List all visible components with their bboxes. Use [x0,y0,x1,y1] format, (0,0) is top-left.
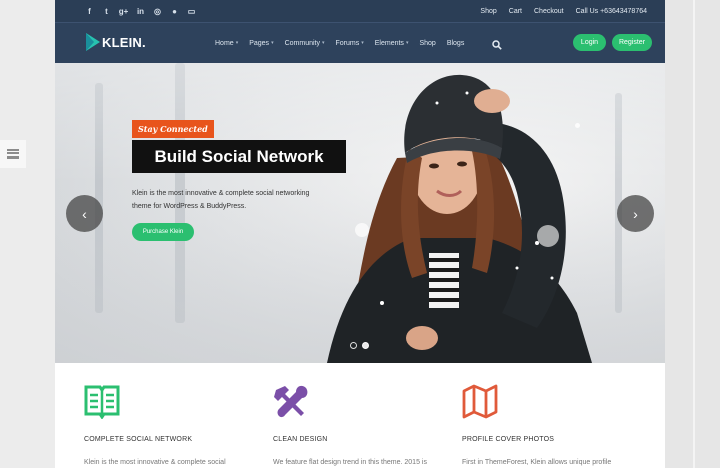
feature-text: First in ThemeForest, Klein allows uniqu… [462,459,612,466]
logo-text: KLEIN. [102,34,146,50]
nav-item-label: Forums [335,39,360,47]
tools-icon [273,383,309,419]
slider-next-button[interactable]: › [617,195,654,232]
snowflake [537,225,559,247]
shop-link[interactable]: Shop [480,8,496,15]
snowflake [575,123,580,128]
cart-link[interactable]: Cart [509,8,522,15]
feature-text: Klein is the most innovative & complete … [84,459,226,466]
checkout-link[interactable]: Checkout [534,8,564,15]
feature-text: We feature flat design trend in this the… [273,459,427,466]
facebook-icon[interactable]: f [81,0,98,22]
chevron-down-icon: ▾ [271,40,274,46]
nav-item-label: Home [215,39,234,47]
nav-item-forums[interactable]: Forums ▾ [336,40,364,47]
nav-item-home[interactable]: Home ▾ [215,40,238,47]
social-links: f t g+ in ◎ ● ▭ [81,0,200,22]
snowflake [355,223,369,237]
linkedin-icon[interactable]: in [132,0,149,22]
github-icon[interactable]: ● [166,0,183,22]
slider-dot[interactable] [350,342,357,349]
main-navbar: KLEIN. Home ▾ Pages ▾ Community ▾ Forums ▾ Eleme… [55,23,665,63]
feature-title: COMPLETE SOCIAL NETWORK [84,436,193,443]
logo-mark-icon [85,32,101,52]
side-menu-toggle[interactable] [0,140,26,168]
search-icon[interactable] [492,37,502,50]
slider-dots [350,342,369,349]
dribbble-icon[interactable]: ◎ [149,0,166,22]
chevron-left-icon: ‹ [82,205,87,222]
top-bar: f t g+ in ◎ ● ▭ Shop Cart Checkout Call Us +63… [55,0,665,23]
hamburger-icon [7,149,19,159]
map-icon [462,383,498,419]
top-links: Shop Cart Checkout Call Us +63643478764 [468,0,647,22]
nav-item-label: Shop [419,39,436,47]
chevron-down-icon: ▾ [405,40,409,46]
features-section: COMPLETE SOCIAL NETWORK Klein is the mos… [55,363,665,468]
hero-headline: Build Social Network [132,140,346,173]
slider-prev-button[interactable]: ‹ [66,195,103,232]
chevron-down-icon: ▾ [361,40,364,46]
hero-description: Klein is the most innovative & complete … [132,190,310,210]
nav-item-label: Elements [374,39,404,47]
nav-item-community[interactable]: Community ▾ [285,40,325,47]
nav-item-shop[interactable]: Shop [419,40,435,47]
purchase-button[interactable]: Purchase Klein [132,223,194,241]
feature-title: PROFILE COVER PHOTOS [462,436,555,443]
register-button[interactable]: Register [612,34,652,51]
nav-item-pages[interactable]: Pages ▾ [249,40,273,47]
call-us-text: Call Us +63643478764 [575,7,647,15]
chevron-down-icon: ▾ [235,40,239,46]
logo[interactable]: KLEIN. [85,32,146,52]
hero-woman-image [327,74,592,363]
book-icon [84,383,120,420]
nav-item-label: Community [284,39,320,47]
nav-item-label: Blogs [446,39,465,47]
hero-badge: Stay Connected [132,120,214,138]
chevron-right-icon: › [633,205,638,222]
twitch-icon[interactable]: ▭ [183,0,200,22]
nav-item-elements[interactable]: Elements ▾ [375,40,409,47]
nav-item-label: Pages [249,39,270,47]
chevron-down-icon: ▾ [321,40,325,46]
slider-dot[interactable] [362,342,369,349]
google-plus-icon[interactable]: g+ [115,0,132,22]
scroll-track [693,0,695,468]
main-menu: Home ▾ Pages ▾ Community ▾ Forums ▾ Elements ▾ Sho… [215,23,475,63]
login-button[interactable]: Login [573,34,606,51]
twitter-icon[interactable]: t [98,0,115,22]
feature-title: CLEAN DESIGN [273,436,328,443]
page: f t g+ in ◎ ● ▭ Shop Cart Checkout Call Us +63… [55,0,665,468]
nav-item-blogs[interactable]: Blogs [447,40,465,47]
hero-slider: Stay Connected Build Social Network Klei… [55,63,665,363]
